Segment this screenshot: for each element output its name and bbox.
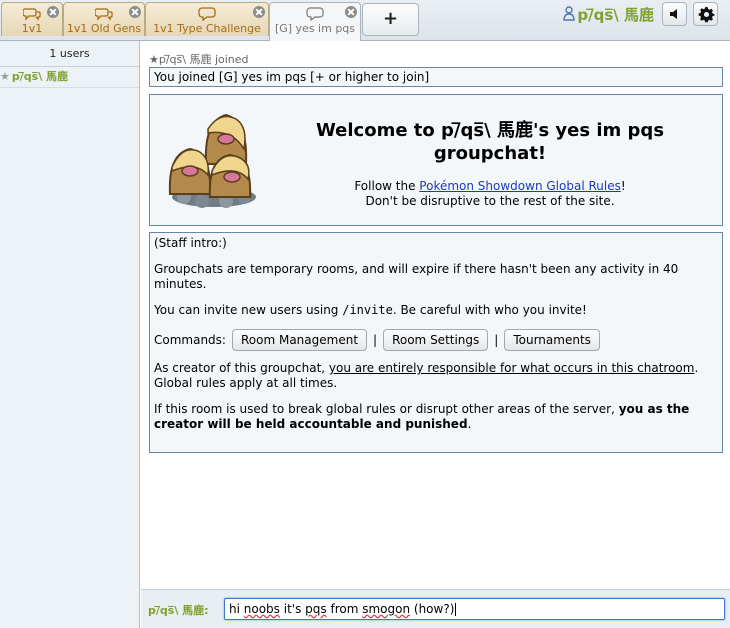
follow-text-end: ! (620, 179, 626, 193)
join-notice: ★p/̅qs̅\ 馬鹿 joined (149, 53, 249, 66)
current-user-name: p/̅qs̅\ 馬鹿 (577, 6, 654, 24)
tab-label: 1v1 (21, 22, 43, 35)
tab-1v1-old-gens[interactable]: 1v1 Old Gens (63, 2, 145, 36)
tab-label: 1v1 Old Gens (66, 22, 142, 35)
close-tab-icon[interactable] (47, 6, 59, 18)
composer-username: p/̅qs̅\ 馬鹿: (148, 604, 209, 617)
rank-symbol: ★ (0, 70, 10, 83)
top-header: 1v1 1v1 Old Gens 1v1 Type Challenge [G] … (0, 0, 730, 41)
break-pre: If this room is used to break global rul… (154, 402, 619, 416)
expire-text: Groupchats are temporary rooms, and will… (154, 262, 679, 291)
tab-label: 1v1 Type Challenge (153, 22, 261, 35)
speaker-icon (670, 9, 677, 19)
chat-log: ★p/̅qs̅\ 馬鹿 joined You joined [G] yes im… (141, 41, 730, 589)
follow-text: Follow the (354, 179, 420, 193)
creator-pre: As creator of this groupchat, (154, 361, 329, 375)
tab-groupchat[interactable]: [G] yes im pqs (269, 2, 361, 41)
room-management-button[interactable]: Room Management (231, 329, 368, 351)
message-word: (how?) (410, 602, 455, 616)
invite-post: . Be careful with who you invite! (392, 303, 587, 317)
close-tab-icon[interactable] (253, 6, 265, 18)
welcome-title-line2: groupchat! (433, 143, 547, 164)
new-tab-button[interactable]: + (362, 3, 419, 36)
user-list-name: p/̅qs̅\ 馬鹿 (11, 70, 69, 83)
creator-underlined: you are entirely responsible for what oc… (328, 361, 695, 375)
staff-intro-box: (Staff intro:) Groupchats are temporary … (149, 232, 723, 453)
text-caret (455, 603, 457, 616)
close-tab-icon[interactable] (345, 6, 357, 18)
user-count: 1 users (0, 41, 139, 67)
break-post: . (467, 417, 472, 431)
message-word: it's (279, 602, 306, 616)
message-word: hi (229, 602, 244, 616)
separator: | (494, 332, 499, 347)
message-input[interactable]: hi noobs it's pqs from smogon (how?) (224, 598, 725, 620)
separator: | (373, 332, 378, 347)
settings-button[interactable] (693, 2, 718, 26)
gear-icon (698, 6, 715, 23)
staff-intro-label: (Staff intro:) (154, 236, 227, 250)
chat-bubble-icon (146, 7, 268, 22)
welcome-box: Welcome to p/̅qs̅\ 馬鹿's yes im pqs group… (149, 94, 723, 226)
invite-pre: You can invite new users using (154, 303, 343, 317)
invite-command: /invite (342, 303, 393, 317)
tab-1v1-type-challenge[interactable]: 1v1 Type Challenge (145, 2, 269, 36)
user-list: 1 users ★ p/̅qs̅\ 馬鹿 (0, 41, 140, 628)
tab-1v1[interactable]: 1v1 (1, 2, 63, 36)
disrupt-text: Don't be disruptive to the rest of the s… (365, 194, 615, 208)
welcome-title: Welcome to p/̅qs̅\ 馬鹿's yes im pqs group… (300, 119, 680, 165)
commands-row: Commands: Room Management | Room Setting… (154, 329, 718, 351)
sound-button[interactable] (662, 2, 687, 26)
user-list-item[interactable]: ★ p/̅qs̅\ 馬鹿 (0, 67, 139, 88)
room-settings-button[interactable]: Room Settings (383, 329, 489, 351)
creator-responsibility-text: As creator of this groupchat, you are en… (154, 361, 718, 391)
message-word-misspelled: noobs (243, 602, 280, 616)
welcome-rules: Follow the Pokémon Showdown Global Rules… (300, 179, 680, 209)
accountability-text: If this room is used to break global rul… (154, 402, 718, 432)
tab-label: [G] yes im pqs (274, 22, 356, 35)
joined-message: You joined [G] yes im pqs [+ or higher t… (149, 67, 723, 87)
dugtrio-image (164, 109, 264, 212)
message-composer: p/̅qs̅\ 馬鹿: hi noobs it's pqs from smogo… (141, 589, 730, 628)
message-word-misspelled: smogon (362, 602, 411, 616)
message-word: from (326, 602, 363, 616)
close-tab-icon[interactable] (129, 6, 141, 18)
commands-label: Commands: (154, 332, 226, 347)
current-user[interactable]: p/̅qs̅\ 馬鹿 (563, 4, 654, 24)
user-icon (563, 6, 576, 25)
invite-text: You can invite new users using /invite. … (154, 303, 718, 318)
welcome-title-line1: Welcome to p/̅qs̅\ 馬鹿's yes im pqs (315, 120, 665, 141)
tournaments-button[interactable]: Tournaments (504, 329, 600, 351)
global-rules-link[interactable]: Pokémon Showdown Global Rules (419, 179, 621, 193)
message-word-misspelled: pqs (305, 602, 327, 616)
